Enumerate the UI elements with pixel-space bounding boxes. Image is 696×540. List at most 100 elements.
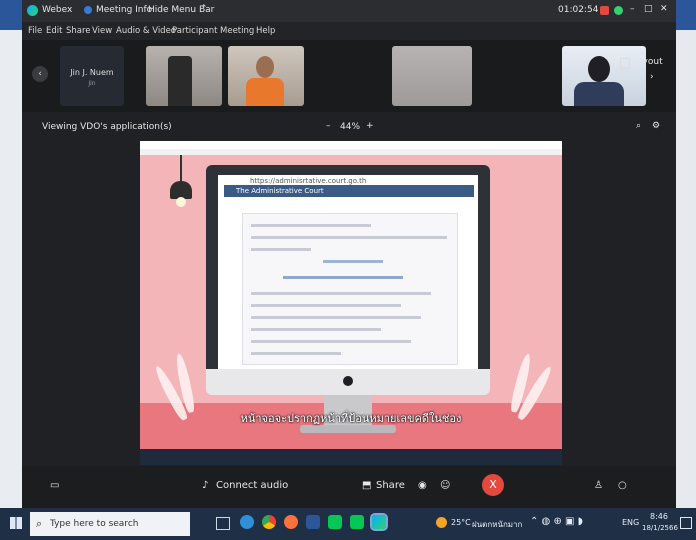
chat-icon[interactable]: ▭ xyxy=(50,480,59,491)
form-field xyxy=(251,236,447,239)
share-button[interactable]: Share xyxy=(376,480,405,491)
web-url-text: https://adminisrtative.court.go.th xyxy=(250,177,367,185)
record-icon[interactable]: ◉ xyxy=(418,480,427,491)
participant-name: Jin J. Nuem xyxy=(70,68,114,77)
status-dot-icon xyxy=(614,6,623,15)
web-site-title: The Administrative Court xyxy=(236,187,324,195)
language-indicator[interactable]: ENG xyxy=(622,518,639,527)
form-field xyxy=(251,248,311,251)
case-search-form xyxy=(242,213,458,365)
layout-button[interactable]: Layout xyxy=(632,57,663,67)
recording-icon xyxy=(600,6,609,15)
form-field xyxy=(251,224,371,227)
weather-icon xyxy=(436,517,447,528)
weather-temp: 25°C xyxy=(451,518,471,527)
end-meeting-button[interactable]: X xyxy=(482,474,504,496)
person-head xyxy=(256,56,274,78)
weather-description: ฝนตกหนักมาก xyxy=(472,520,523,529)
audio-icon[interactable]: ♪ xyxy=(202,480,208,491)
reactions-icon[interactable]: ☺ xyxy=(440,480,450,491)
search-icon: ⌕ xyxy=(36,517,43,530)
webex-logo-icon xyxy=(27,5,38,16)
menu-file[interactable]: File xyxy=(28,26,42,36)
layout-icon[interactable] xyxy=(620,58,630,69)
participants-icon[interactable]: ♙ xyxy=(594,480,603,491)
participant-video-tile[interactable] xyxy=(146,46,222,106)
background-app-right-edge xyxy=(676,0,696,508)
windows-start-icon[interactable] xyxy=(10,517,22,529)
form-field xyxy=(251,328,381,331)
person-body xyxy=(246,78,284,106)
menu-participant[interactable]: Participant xyxy=(172,26,218,36)
form-field xyxy=(251,352,341,355)
tray-icons[interactable]: ⌃ ◍ ⊕ ▣ ◗ xyxy=(530,516,583,527)
share-icon[interactable]: ⬒ xyxy=(362,480,371,491)
menu-bar: File Edit Share View Audio & Video Parti… xyxy=(22,22,676,40)
form-field xyxy=(283,276,403,279)
more-icon[interactable]: ○ xyxy=(618,480,627,491)
participant-video-tile[interactable] xyxy=(228,46,304,106)
zoom-out-button[interactable]: – xyxy=(326,121,331,131)
shared-window-titlebar xyxy=(140,141,562,149)
task-view-icon[interactable] xyxy=(216,517,230,530)
settings-icon[interactable]: ⚙ xyxy=(652,121,660,131)
participant-tile-name-only[interactable]: Jin J. Nuem Jin xyxy=(60,46,124,106)
menu-share[interactable]: Share xyxy=(66,26,91,36)
participant-strip: ‹ Jin J. Nuem Jin Layout › xyxy=(22,40,676,112)
chair-shape xyxy=(168,56,192,106)
taskbar-time[interactable]: 8:46 xyxy=(650,512,668,521)
taskbar-date[interactable]: 18/1/2566 xyxy=(642,524,678,532)
webex-taskbar-icon[interactable] xyxy=(370,513,388,531)
meeting-info-button[interactable]: Meeting Info xyxy=(96,5,152,15)
menu-edit[interactable]: Edit xyxy=(46,26,62,36)
app-name: Webex xyxy=(42,5,73,15)
scroll-left-icon[interactable]: ‹ xyxy=(32,66,48,82)
menu-audio-video[interactable]: Audio & Video xyxy=(116,26,176,36)
minimize-icon[interactable]: – xyxy=(630,4,635,14)
menu-help[interactable]: Help xyxy=(256,26,275,36)
word-icon[interactable] xyxy=(306,515,320,529)
participant-video-tile[interactable] xyxy=(392,46,472,106)
zoom-level[interactable]: 44% xyxy=(340,122,360,132)
close-icon[interactable]: ✕ xyxy=(660,4,668,14)
background-app-ribbon-right xyxy=(676,0,696,30)
participant-video-tile[interactable] xyxy=(562,46,646,106)
menu-meeting[interactable]: Meeting xyxy=(220,26,254,36)
meeting-controls: ▭ ♪ Connect audio ⬒ Share ◉ ☺ ♙ ○ xyxy=(22,466,676,508)
connect-audio-button[interactable]: Connect audio xyxy=(216,480,288,491)
viewing-label: Viewing VDO's application(s) xyxy=(42,122,172,132)
maximize-icon[interactable]: □ xyxy=(644,4,653,14)
power-button-icon xyxy=(343,376,353,386)
chrome-icon[interactable] xyxy=(262,515,276,529)
shared-screen[interactable]: https://adminisrtative.court.go.th The A… xyxy=(140,141,562,465)
webex-window: Webex Meeting Info Hide Menu Bar ⌃ 01:02… xyxy=(22,0,676,508)
title-bar: Webex Meeting Info Hide Menu Bar ⌃ 01:02… xyxy=(22,0,676,22)
line-icon[interactable] xyxy=(328,515,342,529)
scroll-right-icon[interactable]: › xyxy=(650,72,654,82)
notification-icon[interactable] xyxy=(680,517,692,529)
shared-window-menubar xyxy=(140,149,562,155)
meeting-clock: 01:02:54 xyxy=(558,5,599,15)
form-field xyxy=(251,304,401,307)
video-subtitle: หน้าจอจะปรากฏหน้าที่ป้อนหมายเลขคดีในช่อง xyxy=(240,412,462,425)
person-head xyxy=(588,56,610,82)
shared-player-controls xyxy=(140,449,562,465)
menu-view[interactable]: View xyxy=(92,26,112,36)
participant-sub: Jin xyxy=(88,80,96,87)
zoom-in-button[interactable]: + xyxy=(366,121,374,131)
form-field xyxy=(251,316,421,319)
person-body xyxy=(574,82,624,106)
form-field xyxy=(251,292,431,295)
info-icon xyxy=(84,6,92,14)
chevron-up-icon[interactable]: ⌃ xyxy=(200,4,208,14)
form-field xyxy=(323,260,383,263)
edge-icon[interactable] xyxy=(240,515,254,529)
form-field xyxy=(251,340,411,343)
viewing-bar: Viewing VDO's application(s) – 44% + ⌕ ⚙ xyxy=(22,112,676,138)
taskbar-search-input[interactable]: Type here to search xyxy=(30,512,190,536)
search-icon[interactable]: ⌕ xyxy=(636,121,641,131)
lamp-cord xyxy=(180,155,182,183)
line-icon-2[interactable] xyxy=(350,515,364,529)
lamp-bulb xyxy=(176,197,186,207)
firefox-icon[interactable] xyxy=(284,515,298,529)
